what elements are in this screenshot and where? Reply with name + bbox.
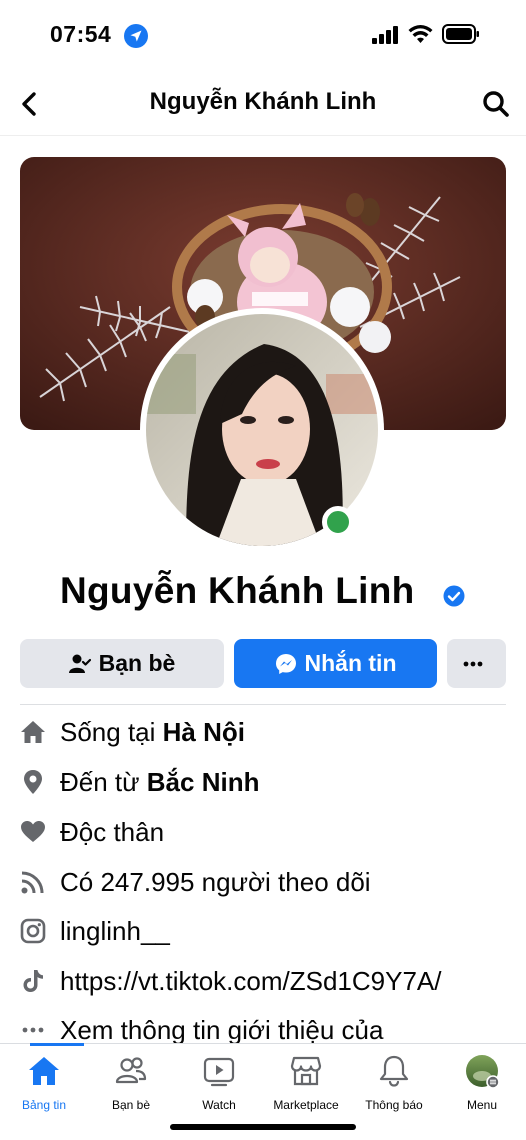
profile-header: Nguyễn Khánh Linh [0, 72, 526, 136]
intro-value[interactable]: linglinh__ [60, 916, 170, 946]
section-divider [20, 704, 506, 705]
tab-label: Watch [202, 1098, 236, 1112]
more-options-button[interactable] [447, 639, 506, 688]
instagram-icon [20, 918, 46, 944]
wifi-icon [408, 25, 433, 43]
tab-notifications[interactable]: Thông báo [350, 1054, 438, 1112]
intro-item-relationship: Độc thân [0, 813, 526, 853]
tab-label: Thông báo [365, 1098, 423, 1112]
friend-check-icon [68, 654, 91, 673]
page-title: Nguyễn Khánh Linh [149, 88, 377, 115]
tab-label: Bạn bè [111, 1098, 151, 1112]
online-status-indicator [322, 506, 354, 538]
tab-friends[interactable]: Bạn bè [87, 1054, 175, 1112]
intro-item-followers: Có 247.995 người theo dõi [0, 863, 526, 903]
intro-value[interactable]: Bắc Ninh [147, 767, 260, 797]
message-button-label: Nhắn tin [304, 650, 397, 676]
tab-label: Bảng tin [21, 1098, 67, 1112]
profile-name: Nguyễn Khánh Linh [60, 570, 415, 611]
more-dots-icon [463, 661, 482, 666]
tab-news-feed[interactable]: Bảng tin [0, 1054, 88, 1112]
home-indicator[interactable] [170, 1124, 356, 1130]
cellular-signal-icon [372, 26, 398, 44]
tab-label: Menu [466, 1098, 498, 1112]
intro-prefix: Có [60, 867, 101, 897]
active-tab-indicator [30, 1043, 84, 1046]
watch-icon [203, 1057, 235, 1087]
tab-watch[interactable]: Watch [175, 1054, 263, 1112]
home-icon [21, 721, 45, 743]
marketplace-icon [290, 1056, 322, 1086]
intro-prefix: Đến từ [60, 767, 147, 797]
messenger-icon [275, 653, 296, 674]
intro-item-tiktok: https://vt.tiktok.com/ZSd1C9Y7A/ [0, 962, 526, 1002]
menu-avatar-icon [466, 1055, 499, 1088]
intro-item-instagram: linglinh__ [0, 912, 526, 952]
intro-item-lives-in: Sống tại Hà Nội [0, 713, 526, 753]
location-pin-icon [24, 770, 42, 794]
bell-icon [379, 1055, 409, 1087]
tab-menu[interactable]: Menu [438, 1054, 526, 1112]
battery-icon [442, 24, 479, 44]
intro-prefix: Sống tại [60, 717, 163, 747]
more-dots-icon [22, 1027, 44, 1033]
friends-button-label: Bạn bè [98, 650, 176, 676]
tab-label: Marketplace [273, 1098, 339, 1112]
verified-badge-icon [443, 585, 465, 607]
intro-value[interactable]: 247.995 người theo dõi [100, 867, 370, 897]
location-arrow-icon [124, 24, 148, 48]
heart-icon [21, 821, 45, 842]
intro-value: Xem thông tin giới thiệu của [60, 1015, 384, 1045]
friends-icon [115, 1057, 147, 1084]
status-bar: 07:54 [0, 0, 526, 72]
search-icon[interactable] [482, 90, 510, 118]
intro-value: Độc thân [60, 817, 165, 847]
status-time: 07:54 [50, 21, 112, 47]
intro-item-from: Đến từ Bắc Ninh [0, 763, 526, 803]
rss-icon [21, 871, 44, 894]
intro-value[interactable]: Hà Nội [163, 717, 245, 747]
home-icon [29, 1057, 59, 1085]
tab-marketplace[interactable]: Marketplace [262, 1054, 350, 1112]
intro-value[interactable]: https://vt.tiktok.com/ZSd1C9Y7A/ [60, 966, 441, 996]
message-button[interactable]: Nhắn tin [234, 639, 437, 688]
friends-button[interactable]: Bạn bè [20, 639, 224, 688]
tiktok-icon [23, 970, 43, 992]
